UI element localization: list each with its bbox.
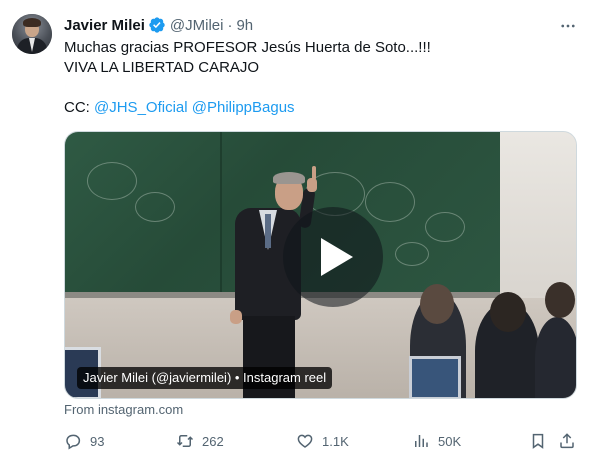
- views-button[interactable]: 50K: [412, 430, 461, 452]
- more-options-icon[interactable]: [558, 16, 578, 36]
- views-icon: [415, 435, 428, 447]
- repost-icon: [176, 435, 194, 447]
- laptop-screen: [409, 356, 461, 398]
- reply-count: 93: [90, 433, 105, 449]
- mention-philippbagus[interactable]: @PhilippBagus: [192, 99, 295, 116]
- share-button[interactable]: [558, 430, 576, 452]
- play-icon[interactable]: [283, 207, 383, 307]
- tweet: Javier Milei @JMilei · 9h Muchas gracias…: [0, 0, 593, 463]
- bookmark-icon: [532, 433, 544, 449]
- repost-button[interactable]: 262: [176, 430, 224, 452]
- video-thumbnail[interactable]: Javier Milei (@javiermilei) • Instagram …: [64, 131, 577, 399]
- mention-jhs-oficial[interactable]: @JHS_Oficial: [94, 99, 188, 116]
- tweet-header: Javier Milei @JMilei · 9h: [64, 15, 253, 35]
- like-count: 1.1K: [322, 433, 349, 449]
- tweet-cc-line: CC: @JHS_Oficial @PhilippBagus: [64, 98, 574, 118]
- like-icon: [297, 434, 313, 448]
- author-handle[interactable]: @JMilei: [170, 17, 224, 34]
- tweet-line-1: Muchas gracias PROFESOR Jesús Huerta de …: [64, 39, 431, 56]
- cc-prefix: CC:: [64, 99, 94, 116]
- tweet-line-2: VIVA LA LIBERTAD CARAJO: [64, 59, 260, 76]
- like-button[interactable]: 1.1K: [296, 430, 349, 452]
- bookmark-button[interactable]: [529, 430, 547, 452]
- reply-icon: [66, 434, 81, 450]
- author-name[interactable]: Javier Milei: [64, 17, 145, 34]
- views-count: 50K: [438, 433, 462, 449]
- media-source[interactable]: From instagram.com: [64, 402, 183, 417]
- repost-count: 262: [202, 433, 224, 449]
- share-icon: [560, 433, 574, 449]
- reply-button[interactable]: 93: [64, 430, 104, 452]
- avatar[interactable]: [12, 14, 52, 54]
- separator-dot: ·: [227, 16, 233, 34]
- action-bar: 93 262 1.1K 50K: [64, 430, 577, 452]
- timestamp[interactable]: 9h: [236, 17, 253, 34]
- tweet-text: Muchas gracias PROFESOR Jesús Huerta de …: [64, 38, 574, 118]
- verified-badge-icon: [148, 16, 166, 34]
- media-caption: Javier Milei (@javiermilei) • Instagram …: [77, 367, 333, 389]
